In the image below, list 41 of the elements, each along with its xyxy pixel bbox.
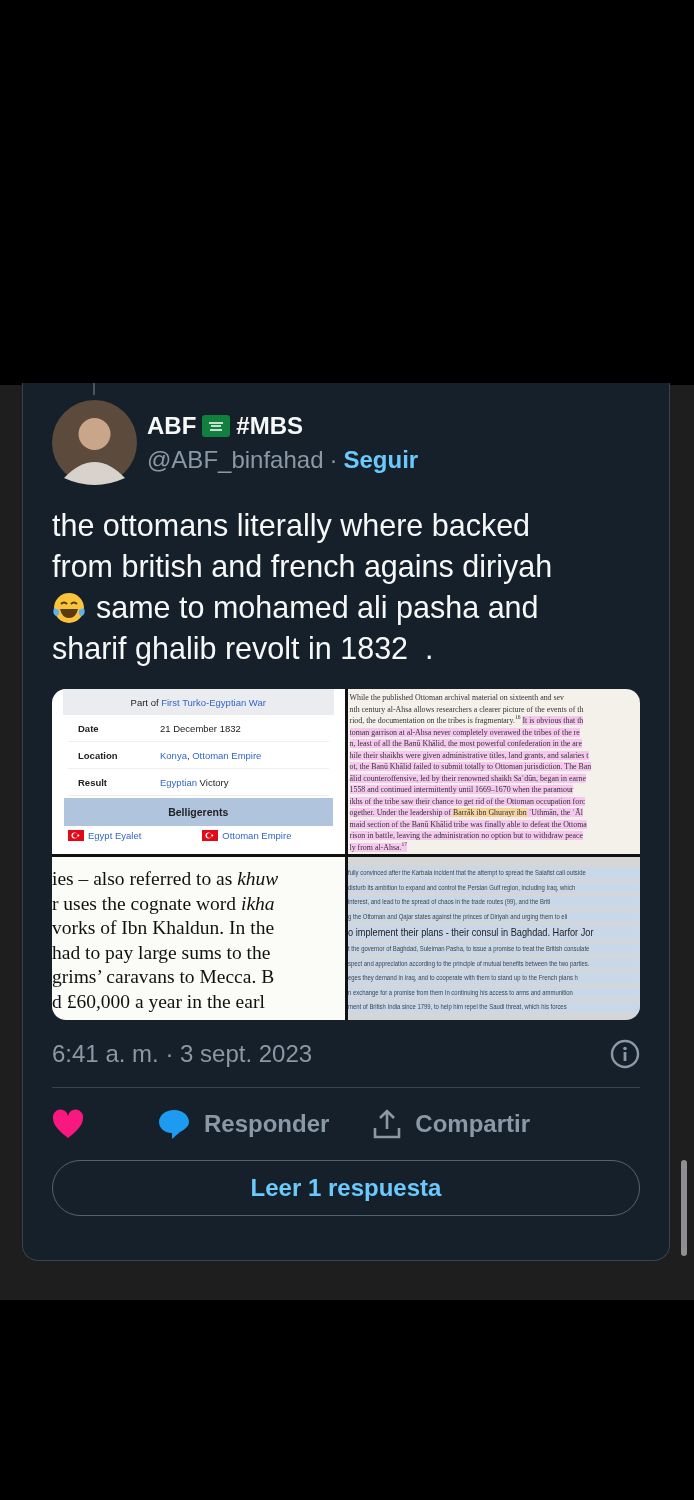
value-link[interactable]: Egyptian bbox=[160, 776, 197, 788]
reply-button[interactable]: Responder bbox=[158, 1108, 330, 1140]
caption-link[interactable]: First Turko-Egyptian War bbox=[161, 696, 266, 708]
tweet-text: same to mohamed ali pasha and bbox=[96, 589, 539, 627]
author-handle: @ABF_binfahad bbox=[147, 445, 324, 474]
section-heading: Belligerents bbox=[64, 798, 333, 826]
side-link[interactable]: Egypt Eyalet bbox=[88, 830, 142, 841]
side-link[interactable]: Ottoman Empire bbox=[222, 830, 292, 841]
book-text-line: d £60,000 a year in the earl bbox=[52, 989, 266, 1014]
infobox-value: 21 December 1832 bbox=[160, 722, 241, 734]
share-button[interactable]: Compartir bbox=[373, 1109, 531, 1139]
tweet-text: sharif ghalib revolt in 1832 . bbox=[52, 630, 434, 668]
hashtag[interactable]: #MBS bbox=[236, 411, 303, 440]
author-name: ABF bbox=[147, 411, 197, 440]
flag-icon bbox=[68, 830, 84, 841]
flag-icon bbox=[202, 414, 231, 437]
heart-icon[interactable] bbox=[52, 1109, 84, 1139]
tweet-text: the ottomans literally where backed bbox=[52, 507, 531, 545]
infobox-label: Date bbox=[77, 722, 100, 734]
infobox-caption: Part of First Turko-Egyptian War bbox=[63, 689, 334, 715]
book-text-line: grims’ caravans to Mecca. B bbox=[52, 965, 276, 989]
book-text-line: vorks of Ibn Khaldun. In the bbox=[52, 916, 276, 940]
scrollbar[interactable] bbox=[681, 1160, 687, 1256]
infobox-label: Location bbox=[77, 749, 119, 761]
infobox-value: Konya, Ottoman Empire bbox=[160, 749, 262, 761]
share-icon bbox=[373, 1109, 402, 1139]
value-link[interactable]: Konya bbox=[160, 749, 187, 761]
book-text-line: ies – also referred to as khuw bbox=[52, 867, 280, 891]
laughing-emoji-icon bbox=[52, 590, 86, 625]
value-link[interactable]: Ottoman Empire bbox=[192, 749, 262, 761]
book-text-line: had to pay large sums to the bbox=[52, 940, 272, 965]
speech-bubble-icon bbox=[158, 1108, 190, 1140]
book-text-line: r uses the cognate word ikha bbox=[52, 891, 276, 916]
tweet-text: from british and french agains diriyah bbox=[52, 548, 553, 586]
infobox-value: Egyptian Victory bbox=[160, 776, 229, 788]
infobox-label: Result bbox=[77, 776, 109, 788]
timestamp[interactable]: 6:41 a. m. · 3 sept. 2023 bbox=[52, 1040, 313, 1068]
follow-link[interactable]: Seguir bbox=[343, 445, 419, 474]
info-icon[interactable] bbox=[610, 1039, 640, 1069]
separator: · bbox=[329, 445, 338, 474]
flag-icon bbox=[202, 830, 219, 841]
